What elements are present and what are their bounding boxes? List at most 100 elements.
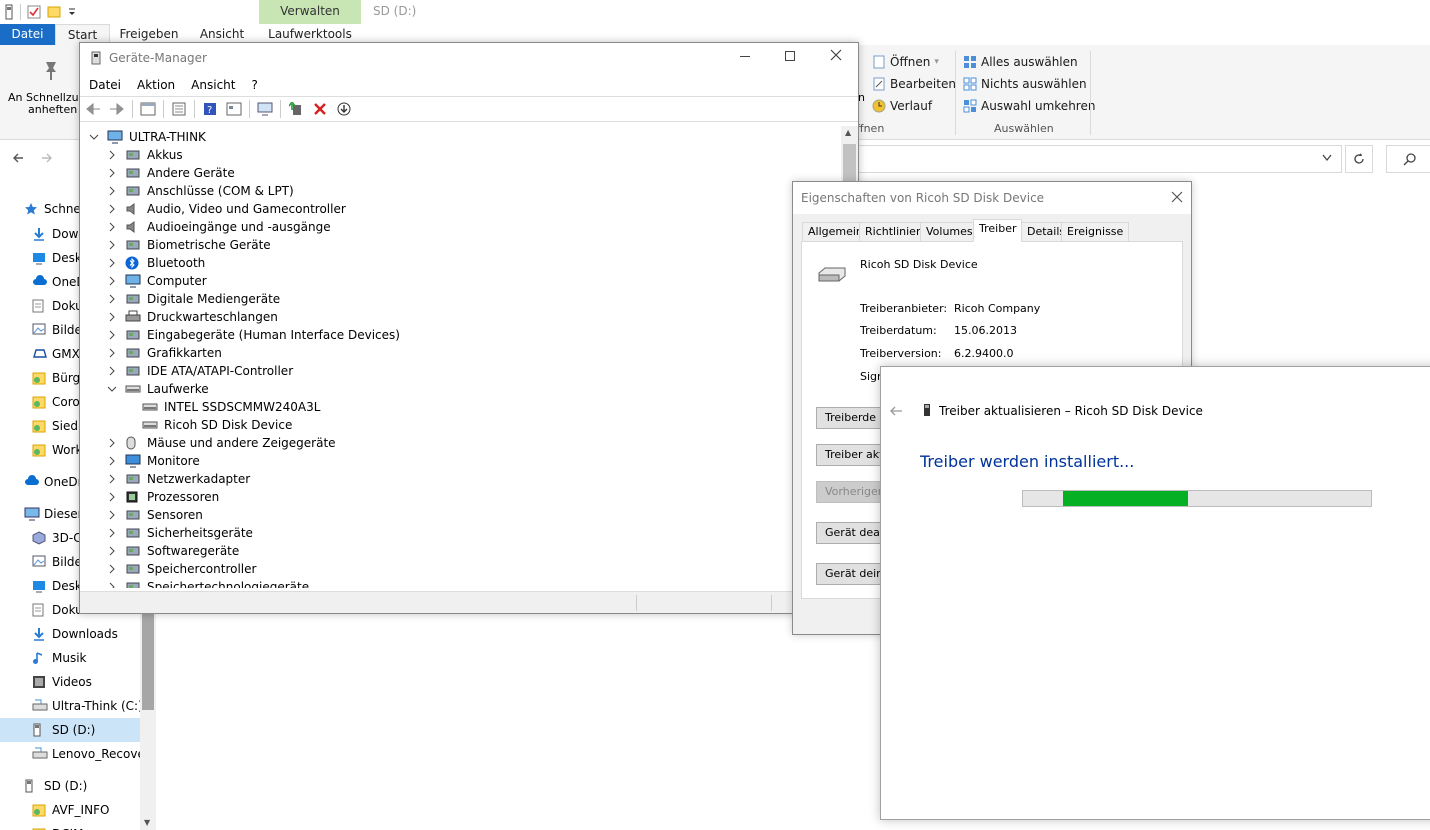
tree-category-item[interactable]: Netzwerkadapter	[107, 470, 250, 488]
scan-hardware-icon[interactable]	[256, 100, 274, 118]
nav-item[interactable]: Videos	[0, 670, 140, 694]
menu-datei[interactable]: Datei	[89, 78, 121, 92]
chevron-down-icon[interactable]	[89, 132, 99, 142]
tab-ereignisse[interactable]: Ereignisse	[1061, 222, 1130, 242]
chevron-right-icon[interactable]	[107, 240, 117, 250]
help-icon[interactable]: ?	[201, 100, 219, 118]
tree-category-item[interactable]: Mäuse und andere Zeigegeräte	[107, 434, 336, 452]
pin-quick-access-label-2[interactable]: anheften	[28, 103, 77, 116]
tree-category-item[interactable]: IDE ATA/ATAPI-Controller	[107, 362, 293, 380]
nav-item[interactable]: AVF_INFO	[0, 798, 140, 822]
chevron-right-icon[interactable]	[107, 330, 117, 340]
tree-category-item[interactable]: Sicherheitsgeräte	[107, 524, 253, 542]
minimize-icon[interactable]	[740, 56, 750, 57]
tree-category-item[interactable]: Prozessoren	[107, 488, 219, 506]
nav-scrollbar[interactable]: ▼	[140, 610, 156, 830]
properties-icon[interactable]	[27, 5, 41, 19]
tree-device-item[interactable]: Ricoh SD Disk Device	[142, 416, 292, 434]
tree-category-item[interactable]: Druckwarteschlangen	[107, 308, 278, 326]
forward-arrow-icon[interactable]	[108, 100, 126, 118]
chevron-right-icon[interactable]	[107, 312, 117, 322]
properties-icon[interactable]	[170, 100, 188, 118]
scroll-up-icon[interactable]: ▲	[845, 128, 851, 137]
close-icon[interactable]	[830, 49, 842, 61]
chevron-right-icon[interactable]	[107, 204, 117, 214]
menu-help[interactable]: ?	[251, 78, 257, 92]
tree-category-item[interactable]: Eingabegeräte (Human Interface Devices)	[107, 326, 400, 344]
address-bar[interactable]	[858, 145, 1342, 173]
tree-category-item[interactable]: Speichercontroller	[107, 560, 256, 578]
chevron-right-icon[interactable]	[107, 564, 117, 574]
chevron-right-icon[interactable]	[107, 366, 117, 376]
new-folder-icon[interactable]	[47, 5, 61, 19]
chevron-right-icon[interactable]	[107, 186, 117, 196]
menu-aktion[interactable]: Aktion	[137, 78, 175, 92]
open-button[interactable]: Öffnen ▾	[872, 55, 939, 69]
tree-category-item[interactable]: Audioeingänge und -ausgänge	[107, 218, 331, 236]
tree-root-computer[interactable]: ULTRA-THINK	[89, 128, 206, 146]
update-driver-icon[interactable]	[287, 100, 305, 118]
tree-category-item[interactable]: Audio, Video und Gamecontroller	[107, 200, 346, 218]
nav-item[interactable]: Downloads	[0, 622, 140, 646]
chevron-right-icon[interactable]	[107, 546, 117, 556]
tree-device-item[interactable]: INTEL SSDSCMMW240A3L	[142, 398, 320, 416]
tab-volumes[interactable]: Volumes	[920, 222, 979, 242]
chevron-right-icon[interactable]	[107, 258, 117, 268]
chevron-right-icon[interactable]	[107, 348, 117, 358]
nav-item[interactable]: SD (D:)	[0, 718, 140, 742]
forward-arrow-icon[interactable]	[40, 151, 54, 165]
select-none-button[interactable]: Nichts auswählen	[963, 77, 1087, 91]
nav-item[interactable]: Musik	[0, 646, 140, 670]
chevron-down-icon[interactable]	[107, 384, 117, 394]
chevron-right-icon[interactable]	[107, 528, 117, 538]
disable-device-icon[interactable]	[335, 100, 353, 118]
customize-qat-icon[interactable]	[67, 7, 77, 17]
close-icon[interactable]	[1171, 191, 1183, 203]
chevron-right-icon[interactable]	[107, 294, 117, 304]
tree-category-item[interactable]: Monitore	[107, 452, 200, 470]
view-icon[interactable]	[225, 100, 243, 118]
tree-category-item[interactable]: Akkus	[107, 146, 183, 164]
back-arrow-icon[interactable]	[889, 405, 903, 417]
tree-category-item[interactable]: Sensoren	[107, 506, 203, 524]
search-box[interactable]	[1386, 145, 1430, 173]
nav-item[interactable]: Lenovo_Recover	[0, 742, 140, 766]
tab-treiber[interactable]: Treiber	[973, 219, 1023, 242]
tree-category-item[interactable]: Andere Geräte	[107, 164, 235, 182]
chevron-right-icon[interactable]	[107, 582, 117, 588]
chevron-right-icon[interactable]	[107, 222, 117, 232]
tree-category-item[interactable]: Speichertechnologiegeräte	[107, 578, 309, 588]
tree-category-item[interactable]: Computer	[107, 272, 207, 290]
edit-button[interactable]: Bearbeiten	[872, 77, 956, 91]
chevron-right-icon[interactable]	[107, 492, 117, 502]
nav-item[interactable]: Ultra-Think (C:)	[0, 694, 140, 718]
tree-category-item[interactable]: Digitale Mediengeräte	[107, 290, 280, 308]
chevron-right-icon[interactable]	[107, 438, 117, 448]
back-arrow-icon[interactable]	[11, 151, 25, 165]
refresh-button[interactable]	[1345, 145, 1373, 173]
tree-category-item[interactable]: Biometrische Geräte	[107, 236, 271, 254]
show-hide-tree-icon[interactable]	[139, 100, 157, 118]
select-all-button[interactable]: Alles auswählen	[963, 55, 1078, 69]
tree-category-item[interactable]: Anschlüsse (COM & LPT)	[107, 182, 294, 200]
chevron-right-icon[interactable]	[107, 168, 117, 178]
invert-selection-button[interactable]: Auswahl umkehren	[963, 99, 1095, 113]
nav-scroll-thumb[interactable]	[142, 610, 154, 710]
back-arrow-icon[interactable]	[84, 100, 102, 118]
maximize-icon[interactable]	[785, 51, 795, 61]
tree-category-item[interactable]: Grafikkarten	[107, 344, 222, 362]
history-button[interactable]: Verlauf	[872, 99, 932, 113]
chevron-right-icon[interactable]	[107, 150, 117, 160]
scroll-down-icon[interactable]: ▼	[144, 818, 150, 827]
menu-ansicht[interactable]: Ansicht	[191, 78, 235, 92]
nav-item[interactable]: SD (D:)	[0, 774, 140, 798]
chevron-down-icon[interactable]	[1322, 154, 1332, 162]
tree-category-item[interactable]: Softwaregeräte	[107, 542, 239, 560]
tab-datei[interactable]: Datei	[0, 24, 55, 45]
tab-richtlinien[interactable]: Richtlinien	[859, 222, 929, 242]
chevron-right-icon[interactable]	[107, 456, 117, 466]
tree-category-item[interactable]: Laufwerke	[107, 380, 209, 398]
uninstall-icon[interactable]	[311, 100, 329, 118]
tree-category-item[interactable]: Bluetooth	[107, 254, 205, 272]
chevron-right-icon[interactable]	[107, 276, 117, 286]
